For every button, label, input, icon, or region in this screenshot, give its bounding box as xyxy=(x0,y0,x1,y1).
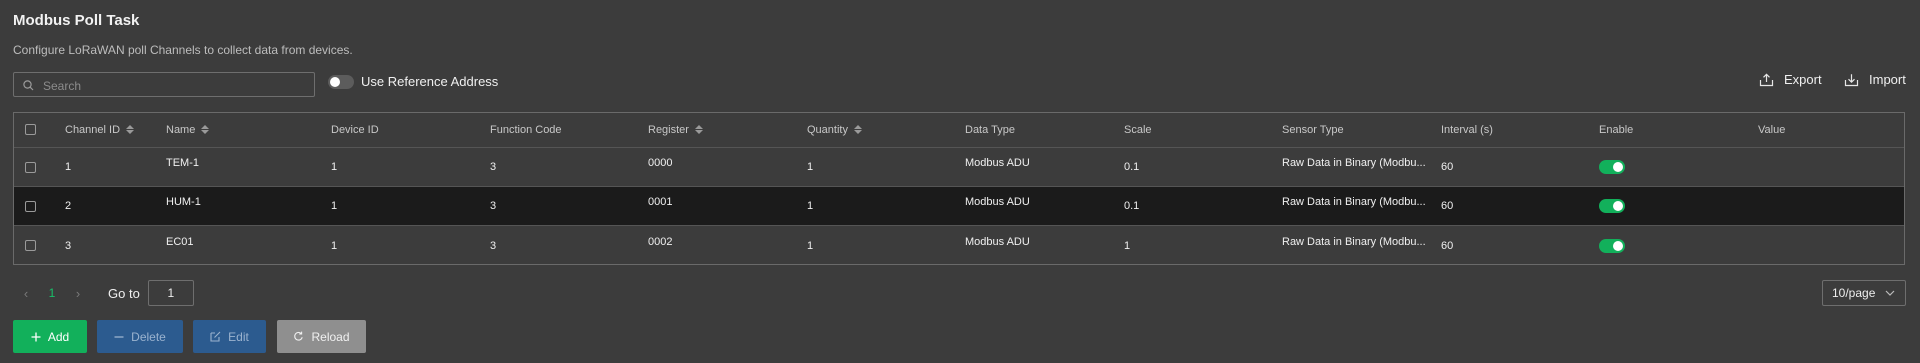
export-icon xyxy=(1759,72,1774,86)
reload-icon xyxy=(294,331,304,341)
cell-device-id: 1 xyxy=(331,200,338,212)
row-checkbox[interactable] xyxy=(25,200,36,212)
row-checkbox[interactable] xyxy=(25,161,36,173)
column-header-value: Value xyxy=(1758,123,1786,136)
cell-quantity: 1 xyxy=(807,239,814,252)
cell-quantity: 1 xyxy=(807,161,814,173)
export-label: Export xyxy=(1784,72,1822,87)
column-header-name[interactable]: Name xyxy=(166,113,210,146)
enable-switch[interactable] xyxy=(1599,160,1625,174)
prev-page-icon[interactable]: ‹ xyxy=(13,286,39,301)
page-size-value: 10/page xyxy=(1832,286,1876,300)
chevron-down-icon xyxy=(1885,290,1895,296)
plus-icon xyxy=(31,332,41,341)
poll-channel-table: Channel ID Name Device ID Function Code … xyxy=(13,112,1905,265)
cell-data-type: Modbus ADU xyxy=(965,235,1030,248)
column-header-quantity[interactable]: Quantity xyxy=(807,113,862,146)
cell-channel-id: 3 xyxy=(65,239,72,252)
cell-register: 0002 xyxy=(648,235,673,248)
import-label: Import xyxy=(1869,72,1906,87)
edit-icon xyxy=(210,331,221,342)
cell-sensor-type: Raw Data in Binary (Modbu... xyxy=(1282,235,1426,248)
edit-button[interactable]: Edit xyxy=(193,320,266,353)
edit-label: Edit xyxy=(228,329,249,344)
cell-quantity: 1 xyxy=(807,200,814,212)
pagination: ‹ 1 › Go to xyxy=(13,280,194,306)
delete-label: Delete xyxy=(131,329,166,344)
cell-name: EC01 xyxy=(166,235,194,248)
cell-scale: 0.1 xyxy=(1124,161,1140,173)
column-header-function-code: Function Code xyxy=(490,123,562,136)
cell-function-code: 3 xyxy=(490,161,497,173)
table-header: Channel ID Name Device ID Function Code … xyxy=(14,113,1904,146)
cell-scale: 0.1 xyxy=(1124,200,1140,212)
goto-page-input[interactable] xyxy=(147,280,194,306)
search-input[interactable] xyxy=(41,73,310,98)
sort-icon[interactable] xyxy=(201,125,210,134)
select-all-checkbox[interactable] xyxy=(25,124,36,135)
cell-sensor-type: Raw Data in Binary (Modbu... xyxy=(1282,196,1426,208)
table-row[interactable]: 1 TEM-1 1 3 0000 1 Modbus ADU 0.1 Raw Da… xyxy=(14,147,1904,186)
cell-register: 0001 xyxy=(648,196,673,208)
cell-function-code: 3 xyxy=(490,200,497,212)
cell-function-code: 3 xyxy=(490,239,497,252)
export-button[interactable]: Export xyxy=(1759,72,1822,87)
use-reference-address-label: Use Reference Address xyxy=(361,74,499,89)
cell-scale: 1 xyxy=(1124,239,1131,252)
cell-data-type: Modbus ADU xyxy=(965,196,1030,208)
column-header-scale: Scale xyxy=(1124,123,1152,136)
column-header-data-type: Data Type xyxy=(965,123,1015,136)
cell-device-id: 1 xyxy=(331,161,338,173)
column-header-channel-id[interactable]: Channel ID xyxy=(65,113,135,146)
cell-register: 0000 xyxy=(648,157,673,169)
column-header-enable: Enable xyxy=(1599,123,1634,136)
cell-channel-id: 1 xyxy=(65,161,72,173)
import-button[interactable]: Import xyxy=(1844,72,1906,87)
search-box[interactable] xyxy=(13,72,315,98)
cell-name: HUM-1 xyxy=(166,196,201,208)
page-subtitle: Configure LoRaWAN poll Channels to colle… xyxy=(13,43,353,57)
cell-interval: 60 xyxy=(1441,161,1454,173)
reload-button[interactable]: Reload xyxy=(277,320,366,353)
goto-label: Go to xyxy=(108,285,140,301)
column-header-register[interactable]: Register xyxy=(648,113,703,146)
sort-icon[interactable] xyxy=(694,125,703,134)
sort-icon[interactable] xyxy=(853,125,862,134)
use-reference-address-toggle[interactable] xyxy=(328,75,354,89)
cell-name: TEM-1 xyxy=(166,157,199,169)
add-button[interactable]: Add xyxy=(13,320,87,353)
page-title: Modbus Poll Task xyxy=(13,12,140,29)
column-header-sensor-type: Sensor Type xyxy=(1282,123,1344,136)
add-label: Add xyxy=(47,329,70,344)
cell-interval: 60 xyxy=(1441,200,1454,212)
table-row[interactable]: 2 HUM-1 1 3 0001 1 Modbus ADU 0.1 Raw Da… xyxy=(14,186,1904,225)
search-icon xyxy=(23,80,34,91)
enable-switch[interactable] xyxy=(1599,238,1625,253)
reload-label: Reload xyxy=(311,329,350,344)
import-icon xyxy=(1844,73,1859,86)
modbus-poll-task-page: Modbus Poll Task Configure LoRaWAN poll … xyxy=(0,0,1920,363)
column-header-interval: Interval (s) xyxy=(1441,123,1493,136)
cell-data-type: Modbus ADU xyxy=(965,157,1030,169)
table-row[interactable]: 3 EC01 1 3 0002 1 Modbus ADU 1 Raw Data … xyxy=(14,225,1904,265)
cell-interval: 60 xyxy=(1441,239,1454,252)
next-page-icon[interactable]: › xyxy=(65,286,91,301)
row-checkbox[interactable] xyxy=(25,240,36,251)
sort-icon[interactable] xyxy=(126,125,135,134)
enable-switch[interactable] xyxy=(1599,199,1625,213)
cell-channel-id: 2 xyxy=(65,200,72,212)
cell-device-id: 1 xyxy=(331,239,338,252)
current-page-number[interactable]: 1 xyxy=(39,286,65,300)
cell-sensor-type: Raw Data in Binary (Modbu... xyxy=(1282,157,1426,169)
minus-icon xyxy=(114,335,124,338)
page-size-select[interactable]: 10/page xyxy=(1822,280,1906,306)
column-header-device-id: Device ID xyxy=(331,123,379,136)
delete-button[interactable]: Delete xyxy=(97,320,183,353)
